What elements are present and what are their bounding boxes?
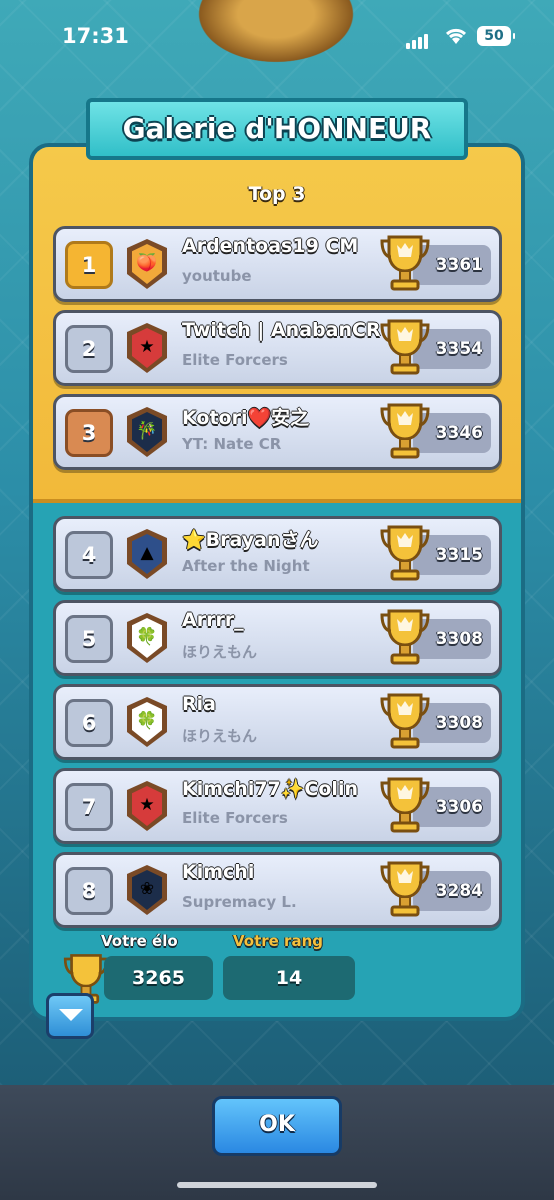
trophy-icon [379,399,431,461]
scroll-down-button[interactable] [46,993,94,1039]
trophy-icon [379,773,431,835]
your-rank-value: 14 [223,956,355,1000]
ok-button[interactable]: OK [212,1096,342,1156]
player-name: ⭐Brayanさん [182,529,319,551]
leaderboard-row[interactable]: 1 🍑 Ardentoas19 CM youtube 3361 [53,226,502,302]
clan-name: ほりえもん [182,727,258,745]
your-rank-label: Votre rang [233,932,323,950]
rank-number: 5 [65,615,113,663]
leaderboard-row[interactable]: 5 🍀 Arrrr_ ほりえもん 3308 [53,600,502,676]
rank-number: 7 [65,783,113,831]
clan-name: Elite Forcers [182,809,288,827]
player-name: Kotori❤️安之 [182,407,310,429]
player-name: Ria [182,693,216,715]
page-title: Galerie d'HONNEUR [56,98,498,164]
clan-badge-icon: 🍀 [127,613,167,663]
rank-number: 1 [65,241,113,289]
clan-badge-icon: 🎋 [127,407,167,457]
leaderboard-row[interactable]: 4 ▲ ⭐Brayanさん After the Night 3315 [53,516,502,592]
your-elo-label: Votre élo [101,932,178,950]
signal-icon [406,30,430,49]
clan-name: YT: Nate CR [182,435,282,453]
trophy-icon [379,521,431,583]
clan-badge-emblem: 🍑 [132,244,162,284]
clan-badge-icon: ❀ [127,865,167,915]
clan-badge-icon: ★ [127,781,167,831]
clan-badge-emblem: 🍀 [132,702,162,742]
clan-badge-emblem: ★ [132,786,162,826]
player-name: Twitch | AnabanCR [182,319,381,341]
clan-badge-emblem: 🎋 [132,412,162,452]
trophy-icon [379,857,431,919]
leaderboard-row[interactable]: 7 ★ Kimchi77✨Colin Elite Forcers 3306 [53,768,502,844]
clan-badge-emblem: ★ [132,328,162,368]
clan-name: Elite Forcers [182,351,288,369]
rank-number: 8 [65,867,113,915]
player-name: Ardentoas19 CM [182,235,359,257]
player-name: Kimchi77✨Colin [182,778,358,800]
leaderboard-row[interactable]: 8 ❀ Kimchi Supremacy L. 3284 [53,852,502,928]
your-elo-value: 3265 [104,956,213,1000]
player-name: Arrrr_ [182,609,244,631]
trophy-icon [379,231,431,293]
clan-name: ほりえもん [182,643,258,661]
rank-number: 4 [65,531,113,579]
clock: 17:31 [62,24,129,48]
home-indicator [177,1182,377,1188]
rank-number: 3 [65,409,113,457]
trophy-icon [379,605,431,667]
leaderboard-row[interactable]: 3 🎋 Kotori❤️安之 YT: Nate CR 3346 [53,394,502,470]
clan-badge-emblem: 🍀 [132,618,162,658]
wifi-icon [444,26,468,50]
rank-number: 6 [65,699,113,747]
rank-number: 2 [65,325,113,373]
clan-badge-icon: 🍀 [127,697,167,747]
section-label: Top 3 [248,183,306,205]
clan-name: After the Night [182,557,310,575]
trophy-icon [379,315,431,377]
trophy-icon [379,689,431,751]
leaderboard-row[interactable]: 2 ★ Twitch | AnabanCR Elite Forcers 3354 [53,310,502,386]
player-name: Kimchi [182,861,255,883]
clan-badge-emblem: ▲ [132,534,162,574]
clan-badge-emblem: ❀ [132,870,162,910]
clan-badge-icon: 🍑 [127,239,167,289]
clan-badge-icon: ★ [127,323,167,373]
clan-name: Supremacy L. [182,893,297,911]
leaderboard-row[interactable]: 6 🍀 Ria ほりえもん 3308 [53,684,502,760]
clan-badge-icon: ▲ [127,529,167,579]
battery-icon: 50 [477,26,515,46]
crest-ornament [186,0,366,70]
clan-name: youtube [182,267,252,285]
